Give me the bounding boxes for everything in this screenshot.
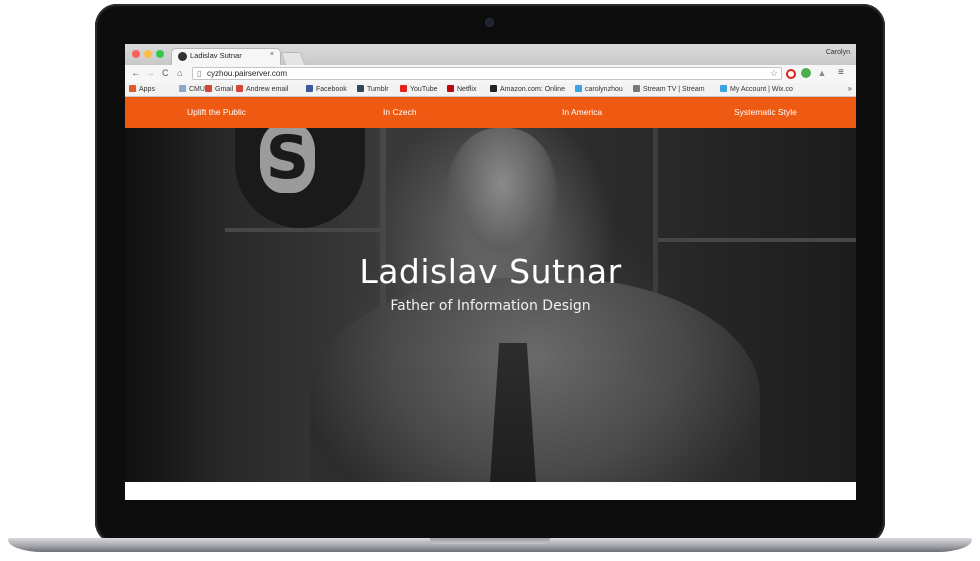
bookmark-label: Apps [139, 86, 155, 93]
bookmark-item[interactable]: Tumblr [357, 85, 389, 93]
site-favicon-icon [178, 52, 187, 61]
site-navigation: Uplift the Public In Czech In America Sy… [125, 97, 856, 128]
tumblr-icon [357, 85, 364, 92]
wix-icon [720, 85, 727, 92]
browser-toolbar: ← → C ⌂ ▯ cyzhou.pairserver.com ☆ ▲ ≡ [125, 65, 856, 83]
stream-icon [633, 85, 640, 92]
wall-panel-line [225, 228, 385, 232]
opera-extension-icon[interactable] [786, 69, 796, 79]
close-window-button[interactable] [132, 50, 140, 58]
nav-link-uplift[interactable]: Uplift the Public [187, 107, 246, 117]
hero-title: Ladislav Sutnar [359, 252, 622, 291]
address-bar[interactable]: ▯ cyzhou.pairserver.com ☆ [192, 67, 782, 80]
tab-active[interactable]: Ladislav Sutnar × [171, 48, 281, 65]
bookmark-label: Netflix [457, 86, 477, 93]
hero-section: S Ladislav Sutnar Father of Information … [125, 128, 856, 482]
tab-title: Ladislav Sutnar [190, 51, 242, 60]
home-icon[interactable]: ⌂ [177, 67, 182, 80]
more-bookmarks-icon[interactable]: » [848, 84, 852, 93]
amazon-icon [490, 85, 497, 92]
bookmark-item[interactable]: YouTube [400, 85, 438, 93]
webcam-icon [486, 19, 493, 26]
bookmark-item[interactable]: Facebook [306, 85, 347, 93]
forward-arrow-icon[interactable]: → [145, 67, 155, 80]
bookmark-item[interactable]: carolynzhou [575, 85, 623, 93]
bookmark-item[interactable]: Amazon.com: Online [490, 85, 565, 93]
hero-subtitle: Father of Information Design [390, 298, 591, 314]
apps-grid-icon [129, 85, 136, 92]
nav-link-in-czech[interactable]: In Czech [383, 107, 417, 117]
tab-close-icon[interactable]: × [270, 51, 274, 58]
bookmark-item[interactable]: CMU [179, 85, 205, 93]
bookmark-label: Stream TV | Stream [643, 86, 705, 93]
nav-link-systematic-style[interactable]: Systematic Style [734, 107, 797, 117]
page-info-icon[interactable]: ▯ [197, 69, 201, 78]
bookmark-item[interactable]: Apps [129, 85, 155, 93]
maximize-window-button[interactable] [156, 50, 164, 58]
bookmark-item[interactable]: Netflix [447, 85, 476, 93]
youtube-icon [400, 85, 407, 92]
gmail-icon [236, 85, 243, 92]
drive-extension-icon[interactable]: ▲ [817, 68, 827, 78]
bookmark-label: carolynzhou [585, 86, 623, 93]
netflix-icon [447, 85, 454, 92]
gmail-icon [205, 85, 212, 92]
minimize-window-button[interactable] [144, 50, 152, 58]
bookmark-label: My Account | Wix.co [730, 86, 793, 93]
back-arrow-icon[interactable]: ← [131, 67, 141, 80]
bookmark-item[interactable]: Gmail [205, 85, 233, 93]
bookmark-item[interactable]: My Account | Wix.co [720, 85, 793, 93]
evernote-extension-icon[interactable] [801, 68, 811, 78]
bookmark-label: Andrew email [246, 86, 289, 93]
tab-bar: Ladislav Sutnar × Carolyn [125, 44, 856, 65]
bookmarks-bar: Apps CMU Gmail Andrew email Facebook Tumblr Yo… [125, 83, 856, 97]
reload-icon[interactable]: C [162, 67, 169, 80]
bookmark-label: Tumblr [367, 86, 389, 93]
folder-icon [179, 85, 186, 92]
wall-panel-line [655, 238, 856, 242]
laptop-notch [430, 538, 550, 544]
facebook-icon [306, 85, 313, 92]
bookmark-item[interactable]: Stream TV | Stream [633, 85, 705, 93]
bookmark-label: Facebook [316, 86, 347, 93]
bookmark-item[interactable]: Andrew email [236, 85, 288, 93]
profile-button[interactable]: Carolyn [826, 49, 850, 56]
portrait-head [447, 128, 557, 268]
background-poster-letter: S [260, 128, 315, 193]
menu-icon[interactable]: ≡ [838, 67, 844, 78]
new-tab-button[interactable] [280, 52, 306, 65]
nav-link-in-america[interactable]: In America [562, 107, 602, 117]
bookmark-label: Gmail [215, 86, 234, 93]
page-content-area [125, 482, 856, 500]
bookmark-label: CMU [189, 86, 205, 93]
url-text[interactable]: cyzhou.pairserver.com [207, 69, 287, 78]
bookmark-label: YouTube [410, 86, 438, 93]
bookmark-label: Amazon.com: Online [500, 86, 565, 93]
wix-icon [575, 85, 582, 92]
browser-window: Ladislav Sutnar × Carolyn ← → C ⌂ ▯ cyzh… [125, 44, 856, 500]
bookmark-star-icon[interactable]: ☆ [770, 68, 778, 79]
